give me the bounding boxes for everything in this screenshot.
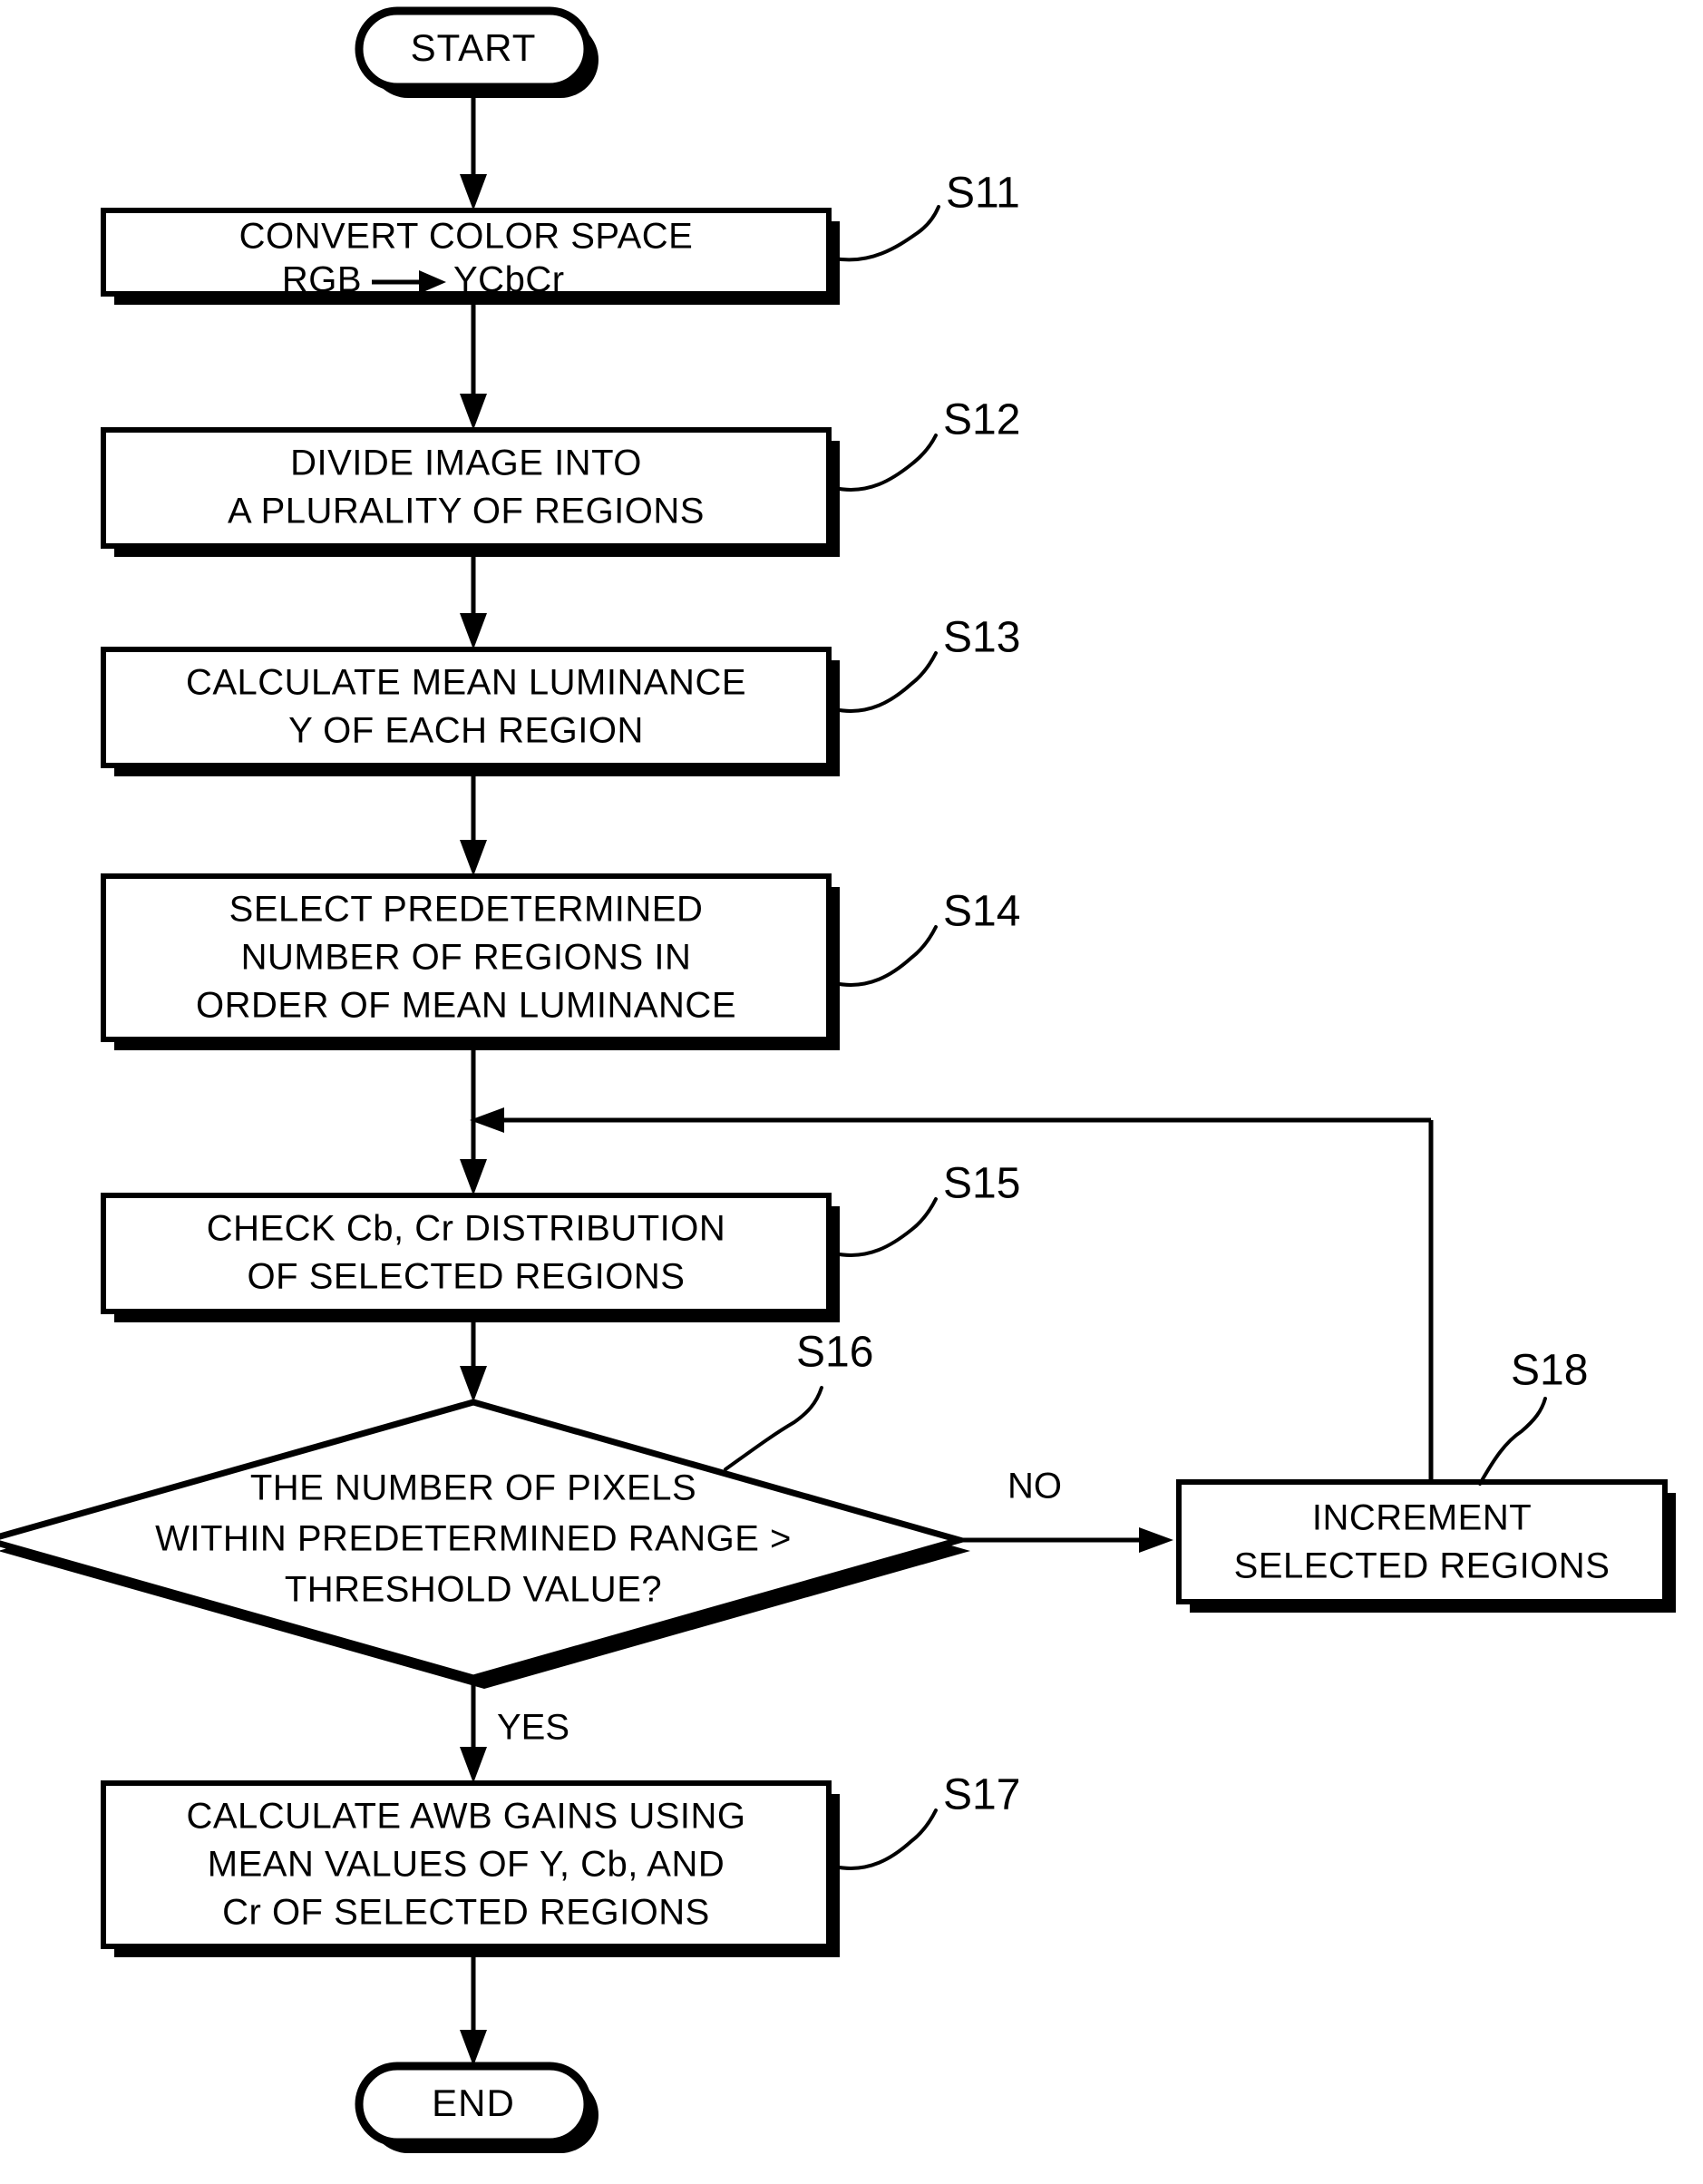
s13-line1: CALCULATE MEAN LUMINANCE (186, 663, 746, 703)
s16-line1: THE NUMBER OF PIXELS (250, 1468, 696, 1508)
edge-s13-to-s14 (460, 776, 487, 876)
s17-line2: MEAN VALUES OF Y, Cb, AND (208, 1845, 725, 1885)
step-label-s13-group: S13 (832, 614, 1020, 713)
node-s15: CHECK Cb, Cr DISTRIBUTION OF SELECTED RE… (101, 1193, 840, 1322)
step-label-s12: S12 (943, 396, 1020, 444)
step-label-s16: S16 (796, 1329, 873, 1377)
s17-line3: Cr OF SELECTED REGIONS (222, 1893, 710, 1933)
step-label-s15: S15 (943, 1160, 1020, 1208)
node-s12: DIVIDE IMAGE INTO A PLURALITY OF REGIONS (101, 427, 840, 557)
s11-line2-left: RGB (282, 260, 362, 300)
s16-line2: WITHIN PREDETERMINED RANGE > (155, 1519, 792, 1559)
s14-line1: SELECT PREDETERMINED (229, 890, 704, 930)
end-label: END (432, 2082, 515, 2124)
step-label-s17-group: S17 (832, 1771, 1020, 1870)
node-s16: THE NUMBER OF PIXELS WITHIN PREDETERMINE… (0, 1399, 971, 1689)
edge-label-yes: YES (497, 1708, 569, 1748)
step-label-s12-group: S12 (832, 396, 1020, 492)
edge-s16-yes: YES (460, 1678, 569, 1783)
s18-line2: SELECTED REGIONS (1234, 1546, 1611, 1586)
s11-line1: CONVERT COLOR SPACE (239, 217, 694, 257)
step-label-s11-group: S11 (832, 170, 1020, 262)
step-label-s15-group: S15 (832, 1160, 1020, 1257)
flowchart-svg: START CONVERT COLOR SPACE RGB YCbCr S11 (0, 6, 1676, 2153)
flowchart-canvas: START CONVERT COLOR SPACE RGB YCbCr S11 (0, 0, 1703, 2184)
edge-s16-no: NO (959, 1467, 1173, 1553)
s15-line2: OF SELECTED REGIONS (248, 1257, 686, 1297)
s14-line3: ORDER OF MEAN LUMINANCE (196, 986, 736, 1026)
edge-s12-to-s13 (460, 557, 487, 649)
edge-feedback-merge (470, 1107, 1431, 1133)
edge-s17-to-end (460, 1957, 487, 2066)
s13-line2: Y OF EACH REGION (288, 711, 644, 751)
node-end: END (355, 2062, 598, 2153)
node-start: START (355, 6, 598, 98)
s12-line2: A PLURALITY OF REGIONS (228, 492, 705, 531)
edge-start-to-s11 (460, 98, 487, 210)
node-s11: CONVERT COLOR SPACE RGB YCbCr (101, 208, 840, 305)
s18-line1: INCREMENT (1312, 1498, 1532, 1538)
s16-line3: THRESHOLD VALUE? (285, 1570, 662, 1610)
step-label-s14-group: S14 (832, 888, 1020, 987)
node-s17: CALCULATE AWB GAINS USING MEAN VALUES OF… (101, 1780, 840, 1957)
edge-label-no: NO (1007, 1467, 1062, 1506)
edge-s11-to-s12 (460, 305, 487, 430)
s17-line1: CALCULATE AWB GAINS USING (186, 1797, 745, 1837)
step-label-s18: S18 (1511, 1347, 1588, 1395)
start-label: START (411, 26, 537, 69)
s15-line1: CHECK Cb, Cr DISTRIBUTION (207, 1209, 726, 1249)
step-label-s11: S11 (946, 170, 1020, 218)
step-label-s14: S14 (943, 888, 1020, 936)
step-label-s17: S17 (943, 1771, 1020, 1819)
step-label-s13: S13 (943, 614, 1020, 662)
s14-line2: NUMBER OF REGIONS IN (241, 938, 692, 978)
step-label-s16-group: S16 (724, 1329, 873, 1471)
s12-line1: DIVIDE IMAGE INTO (290, 444, 642, 483)
node-s13: CALCULATE MEAN LUMINANCE Y OF EACH REGIO… (101, 647, 840, 776)
edge-s15-to-s16 (460, 1322, 487, 1402)
node-s18: INCREMENT SELECTED REGIONS (1176, 1479, 1676, 1613)
step-label-s18-group: S18 (1478, 1347, 1588, 1486)
node-s14: SELECT PREDETERMINED NUMBER OF REGIONS I… (101, 873, 840, 1050)
s11-line2-right: YCbCr (453, 260, 565, 300)
